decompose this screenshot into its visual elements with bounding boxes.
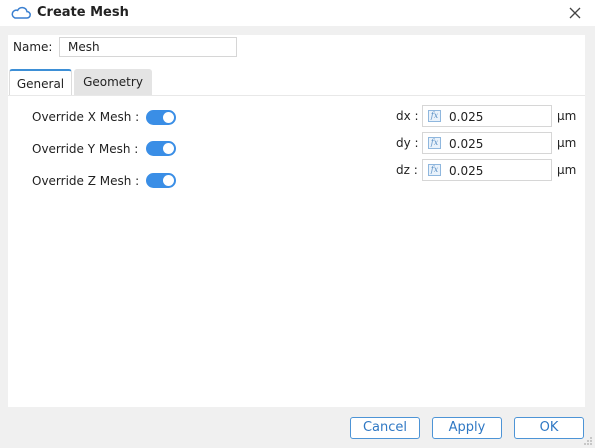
fx-icon[interactable]: fx	[428, 137, 441, 149]
name-input[interactable]	[59, 37, 237, 57]
override-y-toggle[interactable]	[146, 141, 176, 156]
cancel-button[interactable]: Cancel	[350, 417, 420, 439]
fx-icon[interactable]: fx	[428, 164, 441, 176]
tab-geometry[interactable]: Geometry	[74, 69, 152, 95]
dz-label: dz :	[396, 163, 418, 177]
override-y-label: Override Y Mesh :	[32, 142, 139, 156]
apply-button[interactable]: Apply	[432, 417, 502, 439]
override-z-label: Override Z Mesh :	[32, 174, 140, 188]
dy-label: dy :	[396, 136, 419, 150]
dz-unit: μm	[557, 163, 577, 177]
close-icon[interactable]	[566, 4, 584, 22]
override-x-label: Override X Mesh :	[32, 110, 140, 124]
title-bar: Create Mesh	[0, 0, 595, 26]
dx-field: fx	[422, 105, 552, 127]
dialog-title: Create Mesh	[37, 5, 129, 20]
dialog-content: Name: General Geometry Override X Mesh :…	[8, 35, 585, 407]
dz-input[interactable]	[447, 161, 551, 181]
dy-field: fx	[422, 132, 552, 154]
ok-button[interactable]: OK	[514, 417, 584, 439]
override-z-toggle[interactable]	[146, 173, 176, 188]
cloud-icon	[11, 6, 31, 19]
name-label: Name:	[13, 40, 53, 54]
dy-input[interactable]	[447, 134, 551, 154]
tab-general[interactable]: General	[9, 69, 72, 95]
toggle-knob	[163, 143, 174, 154]
dz-field: fx	[422, 159, 552, 181]
toggle-knob	[163, 112, 174, 123]
fx-icon[interactable]: fx	[428, 110, 441, 122]
dy-unit: μm	[557, 136, 577, 150]
tab-divider	[8, 95, 585, 96]
toggle-knob	[163, 175, 174, 186]
override-x-toggle[interactable]	[146, 110, 176, 125]
dx-label: dx :	[396, 109, 419, 123]
resize-grip-icon[interactable]	[583, 436, 593, 446]
dx-unit: μm	[557, 109, 577, 123]
dx-input[interactable]	[447, 107, 551, 127]
